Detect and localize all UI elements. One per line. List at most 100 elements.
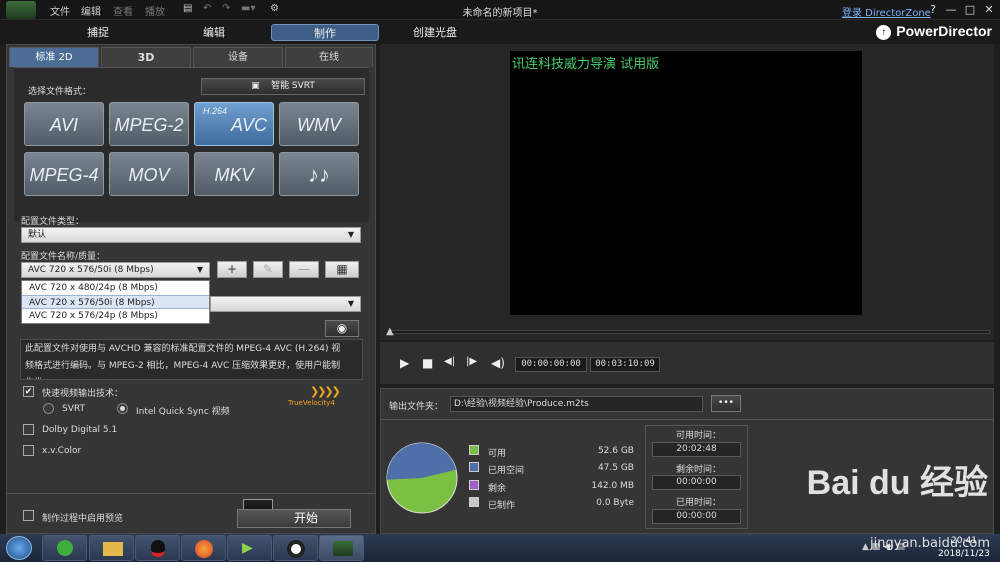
- profile-second-dropdown[interactable]: ▼: [210, 296, 361, 312]
- maximize-button[interactable]: □: [962, 3, 978, 16]
- taskbar-powerdirector-icon[interactable]: [319, 535, 364, 561]
- used-label: 已用空间: [488, 466, 525, 476]
- chevron-down-icon: ▼: [196, 265, 203, 274]
- preview-eye-icon[interactable]: ◉: [325, 320, 359, 337]
- tab-online[interactable]: 在线: [285, 47, 373, 67]
- start-button[interactable]: 开始: [237, 509, 351, 528]
- app-360-icon: [57, 540, 73, 556]
- taskbar: ▶ ▲ ▦ ◀) ▤ 20:41 2018/11/23: [0, 534, 1000, 562]
- available-value: 52.6 GB: [597, 446, 634, 456]
- browse-button[interactable]: •••: [711, 395, 741, 412]
- taskbar-qq-icon[interactable]: [135, 535, 180, 561]
- start-menu-icon[interactable]: [6, 536, 32, 560]
- format-mkv-button[interactable]: MKV: [194, 152, 274, 196]
- legend-available-swatch: [469, 445, 479, 455]
- profile-option[interactable]: AVC 720 x 480/24p (8 Mbps): [22, 281, 209, 295]
- format-selector: 选择文件格式： ▣ 智能 SVRT AVI MPEG-2 H.264 AVC WM…: [14, 67, 369, 222]
- taskbar-media-icon[interactable]: ▶: [227, 535, 272, 561]
- profile-type-label: 配置文件类型：: [21, 217, 85, 227]
- tab-device[interactable]: 设备: [193, 47, 283, 67]
- profile-option[interactable]: AVC 720 x 576/50i (8 Mbps): [22, 295, 209, 309]
- used-value: 47.5 GB: [597, 463, 634, 473]
- format-mov-button[interactable]: MOV: [109, 152, 189, 196]
- help-button[interactable]: ?: [925, 3, 941, 16]
- profile-info-icon[interactable]: ▦: [325, 261, 359, 278]
- smart-svrt-label: 智能 SVRT: [271, 81, 315, 91]
- svrt-icon: ▣: [251, 81, 260, 91]
- velocity-chevrons-icon: ❯❯❯❯: [310, 385, 341, 398]
- xvcolor-checkbox[interactable]: [23, 445, 34, 456]
- format-wmv-button[interactable]: WMV: [279, 102, 359, 146]
- output-path-field[interactable]: D:\经验\视频经验\Produce.m2ts: [450, 396, 703, 412]
- add-profile-button[interactable]: +: [217, 261, 247, 278]
- tab-produce[interactable]: 制作: [271, 24, 379, 41]
- stop-button-icon[interactable]: ■: [422, 356, 433, 370]
- profile-name-dropdown[interactable]: AVC 720 x 576/50i (8 Mbps) ▼: [21, 262, 210, 278]
- dolby-checkbox[interactable]: [23, 424, 34, 435]
- taskbar-recorder-icon[interactable]: [273, 535, 318, 561]
- timeline-scrubber[interactable]: [390, 330, 990, 334]
- volume-icon[interactable]: ◀): [491, 356, 505, 370]
- playback-controls: ▶ ■ ◀| |▶ ◀) 00:00:00:00 00:03:10:09: [380, 342, 994, 384]
- video-preview: [510, 51, 862, 315]
- login-link[interactable]: 登录 DirectorZone: [842, 4, 931, 19]
- profile-dropdown-list: AVC 720 x 480/24p (8 Mbps) AVC 720 x 576…: [21, 280, 210, 324]
- taskbar-explorer-icon[interactable]: [89, 535, 134, 561]
- folder-icon: [103, 542, 123, 556]
- trial-watermark: 讯连科技威力导演 试用版: [512, 57, 660, 72]
- record-icon: [287, 540, 305, 558]
- qq-penguin-icon: [151, 540, 165, 557]
- format-avi-button[interactable]: AVI: [24, 102, 104, 146]
- remaining-label: 剩余: [488, 484, 507, 494]
- svrt-radio[interactable]: [43, 403, 54, 414]
- edit-profile-icon[interactable]: ✎: [253, 261, 283, 278]
- available-time-label: 可用时间：: [676, 431, 722, 441]
- truevelocity-label: TrueVelocity4: [288, 399, 335, 407]
- chevron-down-icon: ▼: [347, 299, 354, 308]
- available-time-value: 20:02:48: [652, 442, 741, 457]
- available-label: 可用: [488, 449, 507, 459]
- svrt-radio-label: SVRT: [62, 404, 85, 414]
- profile-type-value: 默认: [28, 230, 47, 240]
- tab-create-disc[interactable]: 创建光盘: [405, 24, 465, 41]
- format-mpeg4-button[interactable]: MPEG-4: [24, 152, 104, 196]
- format-mpeg2-button[interactable]: MPEG-2: [109, 102, 189, 146]
- divider: [7, 493, 375, 494]
- enable-preview-checkbox[interactable]: [23, 510, 34, 521]
- minimize-button[interactable]: —: [943, 3, 959, 16]
- quicksync-radio[interactable]: [117, 403, 128, 414]
- format-avc-button[interactable]: H.264 AVC: [194, 102, 274, 146]
- profile-description: 此配置文件对使用与 AVCHD 兼容的标准配置文件的 MPEG-4 AVC (H…: [20, 339, 363, 380]
- taskbar-app-360-icon[interactable]: [42, 535, 87, 561]
- tab-standard-2d[interactable]: 标准 2D: [9, 47, 99, 67]
- profile-name-value: AVC 720 x 576/50i (8 Mbps): [28, 265, 154, 275]
- produce-settings-panel: 标准 2D 3D 设备 在线 选择文件格式： ▣ 智能 SVRT AVI MPE…: [6, 44, 376, 534]
- h264-label: H.264: [203, 106, 228, 116]
- format-audio-button[interactable]: ♪♪: [279, 152, 359, 196]
- disk-usage-pie: [386, 442, 458, 514]
- prev-frame-icon[interactable]: ◀|: [444, 356, 455, 367]
- play-button-icon[interactable]: ▶: [400, 356, 409, 370]
- elapsed-time-label: 已用时间：: [676, 498, 722, 508]
- tab-edit[interactable]: 编辑: [188, 24, 240, 41]
- tab-capture[interactable]: 捕捉: [72, 24, 124, 41]
- enable-preview-label: 制作过程中启用预览: [42, 514, 124, 524]
- profile-option[interactable]: AVC 720 x 576/24p (8 Mbps): [22, 309, 209, 323]
- current-timecode: 00:00:00:00: [515, 357, 587, 372]
- fast-render-label: 快速视频输出技术：: [42, 389, 124, 399]
- fast-render-checkbox[interactable]: ✔: [23, 386, 34, 397]
- next-frame-icon[interactable]: |▶: [466, 356, 477, 367]
- taskbar-firefox-icon[interactable]: [181, 535, 226, 561]
- legend-produced-swatch: [469, 497, 479, 507]
- powerdirector-app-icon: [333, 541, 353, 556]
- profile-name-label: 配置文件名称/质量：: [21, 252, 106, 262]
- delete-profile-button[interactable]: —: [289, 261, 319, 278]
- truevelocity-logo: ❯❯❯❯ TrueVelocity4: [288, 385, 346, 407]
- tab-3d[interactable]: 3D: [101, 47, 191, 67]
- remaining-value: 142.0 MB: [591, 481, 634, 491]
- profile-type-dropdown[interactable]: 默认 ▼: [21, 227, 361, 243]
- playhead-icon[interactable]: ▲: [386, 326, 394, 337]
- close-button[interactable]: ✕: [981, 3, 997, 16]
- legend-remaining-swatch: [469, 480, 479, 490]
- baidu-watermark: Bai du 经验: [806, 464, 988, 502]
